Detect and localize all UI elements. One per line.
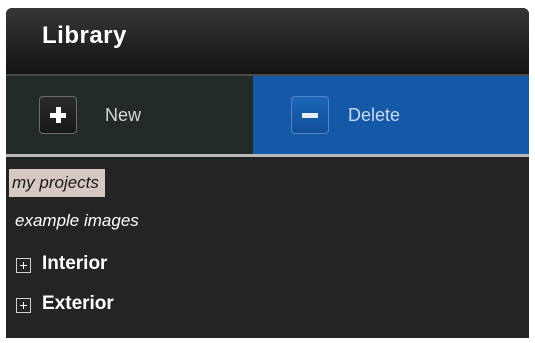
library-toolbar: New Delete — [6, 76, 529, 154]
new-button-label: New — [105, 105, 142, 125]
tree-group-label: Interior — [42, 253, 108, 274]
tree-item-example-images[interactable]: example images — [15, 211, 139, 231]
tree-group-label: Exterior — [42, 293, 114, 314]
expand-plus-icon[interactable] — [16, 298, 31, 313]
delete-button[interactable]: Delete — [253, 76, 529, 154]
tree-item-my-projects[interactable]: my projects — [9, 169, 105, 197]
library-header: Library — [6, 8, 529, 76]
plus-icon — [39, 96, 77, 134]
expand-plus-icon[interactable] — [16, 258, 31, 273]
library-panel: Library New Delete my projects example i… — [6, 8, 529, 338]
new-button[interactable]: New — [6, 76, 253, 154]
delete-button-label: Delete — [348, 105, 401, 125]
library-tree: my projects example images Interior Exte… — [6, 157, 529, 338]
minus-icon — [291, 96, 329, 134]
library-title: Library — [42, 22, 127, 49]
